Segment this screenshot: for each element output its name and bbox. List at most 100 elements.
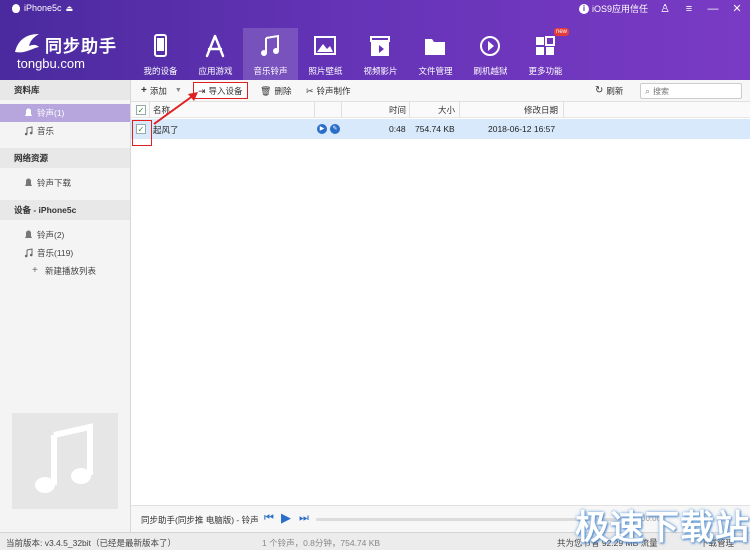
phone-icon — [154, 34, 167, 57]
sidebar-section-library: 资料库 — [0, 80, 130, 100]
column-divider — [149, 102, 150, 118]
eject-icon[interactable]: ⏏ — [66, 4, 74, 13]
next-icon[interactable]: ⏭ — [299, 512, 309, 525]
clapper-icon — [370, 36, 390, 56]
new-badge: new — [553, 28, 569, 36]
menu-icon[interactable]: ≡ — [682, 3, 696, 15]
nav-more-features[interactable]: new 更多功能 — [518, 28, 573, 80]
import-label: 导入设备 — [208, 85, 243, 96]
device-name: iPhone5c — [24, 3, 62, 13]
refresh-button[interactable]: ↻ 刷新 — [595, 83, 623, 99]
row-time: 0:48 — [389, 124, 406, 134]
nav-my-device[interactable]: 我的设备 — [133, 28, 188, 80]
column-divider — [409, 102, 410, 118]
search-icon: ⌕ — [645, 85, 651, 96]
title-bar: iPhone5c ⏏ i iOS9应用信任 ♙ ≡ — ✕ — [0, 0, 750, 18]
refresh-icon: ↻ — [595, 85, 604, 96]
folder-icon — [425, 39, 445, 55]
brand-url: tongbu.com — [17, 56, 85, 71]
nav-label: 音乐铃声 — [253, 66, 288, 76]
minimize-button[interactable]: — — [706, 3, 720, 15]
nav-label: 更多功能 — [528, 66, 563, 76]
photo-icon — [314, 36, 336, 55]
row-modified-date: 2018-06-12 16:57 — [488, 124, 556, 134]
music-note-icon — [24, 126, 33, 136]
col-modified-date[interactable]: 修改日期 — [524, 104, 558, 116]
import-to-device-button[interactable]: ⇥ 导入设备 — [193, 82, 248, 99]
refresh-label: 刷新 — [606, 86, 624, 96]
album-art-placeholder — [12, 413, 118, 509]
sidebar-item-music[interactable]: 音乐 — [0, 122, 130, 140]
column-divider — [459, 102, 460, 118]
plus-icon: + — [141, 85, 147, 96]
nav-apps-games[interactable]: 应用游戏 — [188, 28, 243, 80]
table-header: ✓ 名称 时间 大小 修改日期 — [131, 102, 750, 118]
play-icon[interactable]: ▶ — [317, 124, 327, 134]
nav-label: 照片壁纸 — [308, 66, 343, 76]
col-size[interactable]: 大小 — [438, 104, 455, 116]
nav-label: 我的设备 — [143, 66, 178, 76]
bell-icon — [25, 178, 32, 186]
col-name[interactable]: 名称 — [153, 104, 170, 116]
watermark: 极速下载站 — [575, 508, 750, 548]
nav-label: 视频影片 — [363, 66, 398, 76]
brand-name: 同步助手 — [45, 37, 117, 56]
edit-ringtone-icon[interactable]: ✎ — [330, 124, 340, 134]
table-row[interactable]: ✓ 起风了 ▶ ✎ 0:48 754.74 KB 2018-06-12 16:5… — [131, 119, 750, 139]
main-nav: 我的设备 应用游戏 音乐铃声 照片壁纸 视频影片 文件管理 刷机越狱 new 更… — [133, 28, 573, 80]
trash-icon: 🗑 — [260, 86, 272, 96]
nav-file-manager[interactable]: 文件管理 — [408, 28, 463, 80]
play-icon[interactable]: ▶ — [281, 510, 291, 526]
import-icon: ⇥ — [198, 85, 206, 96]
col-time[interactable]: 时间 — [389, 104, 406, 116]
ios9-trust-label: iOS9应用信任 — [591, 4, 648, 14]
chevron-down-icon[interactable]: ▼ — [175, 83, 182, 99]
row-name: 起风了 — [153, 125, 179, 135]
sidebar-item-ringtones[interactable]: 铃声(1) — [0, 104, 130, 122]
close-button[interactable]: ✕ — [730, 3, 744, 15]
apple-icon — [12, 3, 20, 13]
selection-summary: 1 个铃声，0.8分钟，754.74 KB — [262, 538, 381, 548]
nav-photos-wallpapers[interactable]: 照片壁纸 — [298, 28, 353, 80]
sidebar-section-device: 设备 - iPhone5c — [0, 200, 130, 220]
column-divider — [341, 102, 342, 118]
delete-label: 删除 — [274, 86, 292, 96]
app-store-icon — [205, 34, 225, 58]
delete-button[interactable]: 🗑 删除 — [260, 83, 291, 99]
sidebar: 资料库 铃声(1) 音乐 网络资源 铃声下载 设备 - iPhone5c 铃声(… — [0, 80, 131, 532]
nav-music-ringtones[interactable]: 音乐铃声 — [243, 28, 298, 80]
sidebar-item-label: 新建播放列表 — [45, 266, 97, 276]
sidebar-item-device-ringtones[interactable]: 铃声(2) — [0, 226, 130, 244]
music-note-icon — [35, 423, 93, 493]
nav-flash-jailbreak[interactable]: 刷机越狱 — [463, 28, 518, 80]
player-title: 同步助手(同步推 电脑版) - 铃声 — [141, 515, 259, 525]
sidebar-item-new-playlist[interactable]: + 新建播放列表 — [0, 262, 130, 280]
sidebar-item-device-music[interactable]: 音乐(119) — [0, 244, 130, 262]
select-all-checkbox[interactable]: ✓ — [136, 105, 146, 115]
device-selector[interactable]: iPhone5c ⏏ — [12, 3, 73, 13]
ringtone-maker-button[interactable]: ✂ 铃声制作 — [306, 83, 351, 99]
nav-videos[interactable]: 视频影片 — [353, 28, 408, 80]
main-panel: + 添加 ▼ ⇥ 导入设备 🗑 删除 ✂ 铃声制作 ↻ 刷新 ⌕ ✓ 名称 — [131, 80, 750, 532]
nav-label: 应用游戏 — [198, 66, 233, 76]
bell-icon — [25, 108, 32, 116]
info-icon: i — [578, 3, 589, 14]
flash-icon — [480, 36, 500, 56]
app-header: iPhone5c ⏏ i iOS9应用信任 ♙ ≡ — ✕ 同步助手 tongb… — [0, 0, 750, 80]
scissors-icon: ✂ — [306, 86, 314, 96]
column-divider — [563, 102, 564, 118]
previous-icon[interactable]: ⏮ — [264, 512, 274, 525]
add-button[interactable]: + 添加 ▼ — [141, 83, 182, 99]
ios9-trust-link[interactable]: i iOS9应用信任 — [578, 2, 648, 15]
sidebar-item-ringtone-download[interactable]: 铃声下载 — [0, 174, 130, 192]
music-note-icon — [24, 248, 33, 258]
more-grid-icon — [536, 36, 555, 55]
plus-icon: + — [32, 265, 38, 276]
search-input[interactable] — [653, 86, 734, 96]
sidebar-section-web: 网络资源 — [0, 148, 130, 168]
toolbar: + 添加 ▼ ⇥ 导入设备 🗑 删除 ✂ 铃声制作 ↻ 刷新 ⌕ — [131, 80, 750, 102]
search-box[interactable]: ⌕ — [640, 83, 742, 99]
checkbox-highlight-box — [132, 120, 152, 146]
nav-label: 刷机越狱 — [473, 66, 508, 76]
shirt-skin-icon[interactable]: ♙ — [658, 3, 672, 15]
